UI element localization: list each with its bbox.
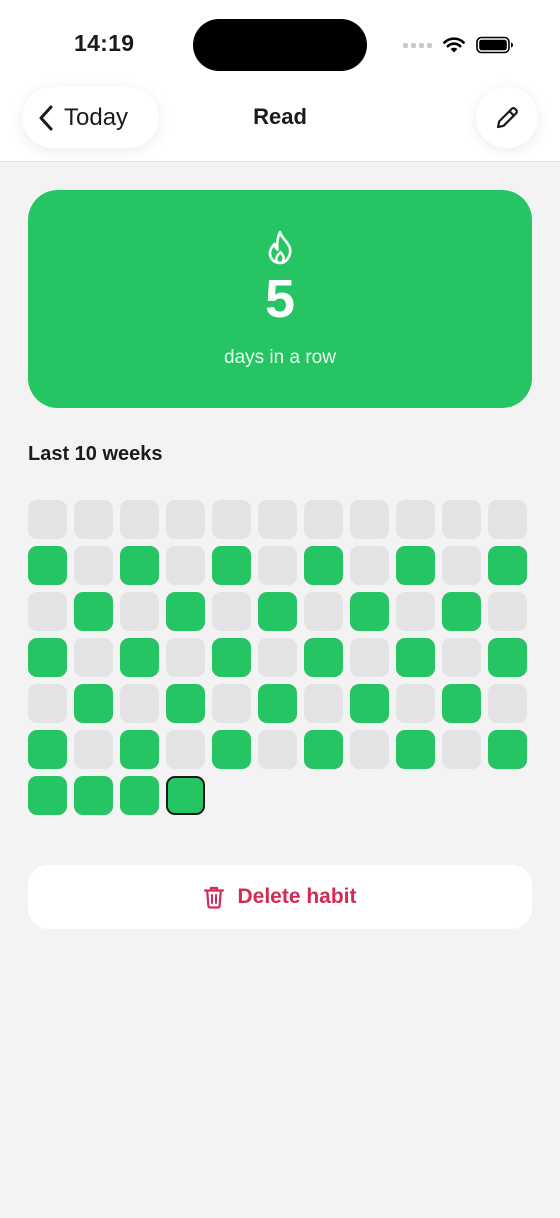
day-cell[interactable] (28, 776, 67, 815)
day-cell[interactable] (258, 546, 297, 585)
day-cell[interactable] (166, 684, 205, 723)
day-cell[interactable] (258, 730, 297, 769)
history-title: Last 10 weeks (28, 443, 163, 465)
day-cell[interactable] (212, 500, 251, 539)
day-cell[interactable] (74, 776, 113, 815)
day-cell[interactable] (74, 546, 113, 585)
day-cell[interactable] (304, 546, 343, 585)
dynamic-island (193, 19, 367, 71)
delete-habit-button[interactable]: Delete habit (28, 865, 532, 929)
day-cell[interactable] (28, 546, 67, 585)
day-cell[interactable] (212, 730, 251, 769)
day-cell[interactable] (74, 684, 113, 723)
edit-button[interactable] (476, 87, 538, 148)
day-cell[interactable] (396, 638, 435, 677)
day-cell[interactable] (120, 684, 159, 723)
day-cell[interactable] (120, 776, 159, 815)
day-cell[interactable] (258, 638, 297, 677)
day-cell[interactable] (396, 684, 435, 723)
day-cell[interactable] (120, 730, 159, 769)
day-cell[interactable] (442, 546, 481, 585)
day-cell[interactable] (120, 638, 159, 677)
day-cell[interactable] (258, 500, 297, 539)
delete-habit-label: Delete habit (237, 885, 357, 908)
day-cell[interactable] (166, 546, 205, 585)
streak-card: 5 days in a row (28, 190, 532, 408)
day-cell[interactable] (488, 684, 527, 723)
day-cell[interactable] (442, 638, 481, 677)
day-cell[interactable] (166, 638, 205, 677)
day-cell[interactable] (74, 638, 113, 677)
day-cell[interactable] (304, 592, 343, 631)
day-cell[interactable] (28, 500, 67, 539)
day-cell[interactable] (488, 500, 527, 539)
day-cell[interactable] (120, 500, 159, 539)
day-cell[interactable] (166, 730, 205, 769)
flame-icon (268, 230, 292, 265)
day-cell[interactable] (488, 546, 527, 585)
day-cell[interactable] (396, 730, 435, 769)
day-cell[interactable] (166, 592, 205, 631)
day-cell[interactable] (350, 638, 389, 677)
day-cell[interactable] (212, 638, 251, 677)
day-cell[interactable] (396, 546, 435, 585)
day-cell[interactable] (350, 592, 389, 631)
pencil-icon (496, 106, 518, 128)
day-cell[interactable] (212, 546, 251, 585)
day-cell[interactable] (212, 592, 251, 631)
day-cell[interactable] (304, 500, 343, 539)
day-cell[interactable] (212, 684, 251, 723)
day-cell[interactable] (74, 592, 113, 631)
cellular-signal-icon (403, 42, 432, 48)
day-cell[interactable] (304, 684, 343, 723)
history-grid (28, 500, 532, 820)
day-cell[interactable] (304, 730, 343, 769)
day-cell[interactable] (350, 684, 389, 723)
wifi-icon (443, 37, 465, 53)
day-cell[interactable] (28, 638, 67, 677)
day-cell[interactable] (74, 730, 113, 769)
day-cell[interactable] (350, 546, 389, 585)
today-cell[interactable] (166, 776, 205, 815)
trash-icon (204, 886, 225, 909)
streak-caption: days in a row (224, 347, 336, 368)
day-cell[interactable] (396, 592, 435, 631)
battery-icon (476, 36, 513, 54)
day-cell[interactable] (442, 592, 481, 631)
day-cell[interactable] (442, 730, 481, 769)
status-icons (403, 36, 514, 54)
day-cell[interactable] (74, 500, 113, 539)
status-bar: 14:19 (0, 0, 560, 80)
day-cell[interactable] (488, 638, 527, 677)
day-cell[interactable] (120, 592, 159, 631)
day-cell[interactable] (488, 592, 527, 631)
day-cell[interactable] (258, 592, 297, 631)
day-cell[interactable] (28, 592, 67, 631)
day-cell[interactable] (396, 500, 435, 539)
day-cell[interactable] (488, 730, 527, 769)
status-time: 14:19 (74, 30, 135, 56)
day-cell[interactable] (28, 730, 67, 769)
navigation-bar: Today Read (0, 80, 560, 162)
streak-count: 5 (264, 269, 296, 329)
day-cell[interactable] (350, 730, 389, 769)
day-cell[interactable] (166, 500, 205, 539)
day-cell[interactable] (442, 684, 481, 723)
day-cell[interactable] (304, 638, 343, 677)
day-cell[interactable] (350, 500, 389, 539)
day-cell[interactable] (120, 546, 159, 585)
day-cell[interactable] (442, 500, 481, 539)
day-cell[interactable] (28, 684, 67, 723)
day-cell[interactable] (258, 684, 297, 723)
